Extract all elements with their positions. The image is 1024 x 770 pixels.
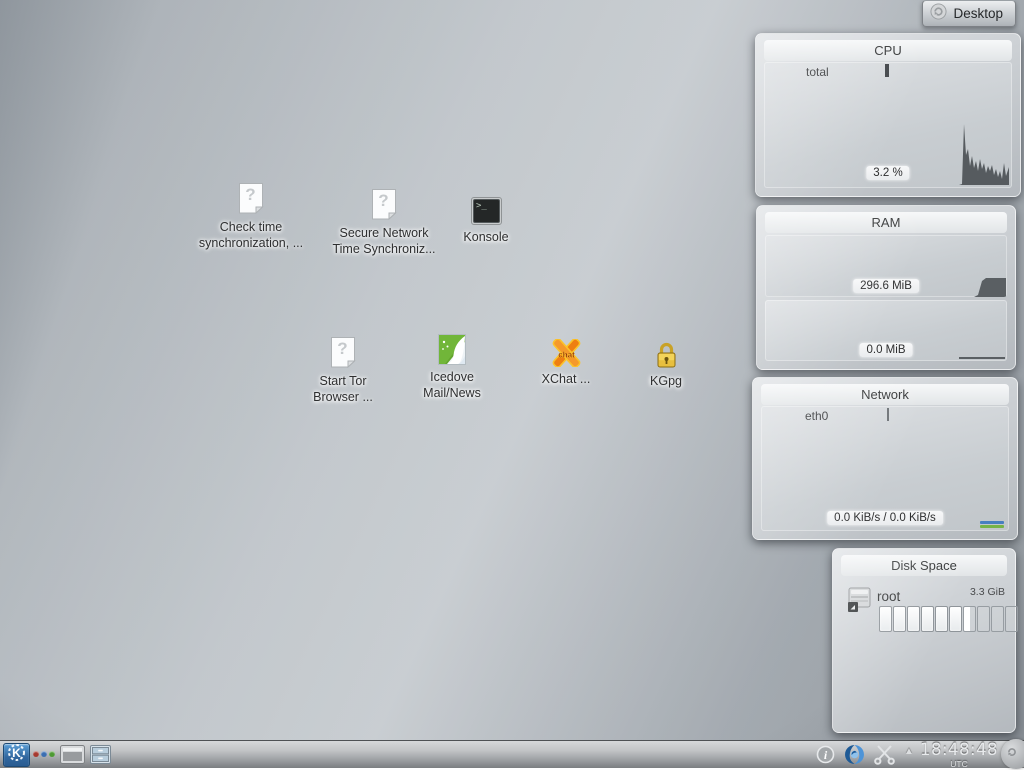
disk-bar-segment — [1005, 606, 1018, 632]
swap-history-graph — [959, 357, 1005, 359]
digital-clock[interactable]: 18:48:48 UTC — [920, 741, 998, 769]
disk-bar-segment — [991, 606, 1004, 632]
disk-bar-segment — [963, 606, 976, 632]
desktop-icon-check-time[interactable]: ? Check time synchronization, ... — [185, 182, 317, 252]
clock-timezone: UTC — [950, 758, 968, 769]
disk-widget-title: Disk Space — [841, 555, 1007, 576]
hard-disk-icon — [847, 585, 872, 617]
kde-menu-button[interactable]: K — [3, 743, 30, 767]
network-plot-area: eth0 0.0 KiB/s / 0.0 KiB/s — [761, 406, 1009, 531]
network-meter-bar — [887, 408, 889, 421]
disk-bar-segment — [949, 606, 962, 632]
terminal-icon: >_ — [470, 197, 502, 225]
cpu-row-label: total — [806, 65, 829, 79]
svg-text:chat: chat — [558, 351, 575, 360]
ram-used-plot: 296.6 MiB — [765, 235, 1007, 297]
blue-swirl-icon — [844, 744, 865, 770]
upload-legend-line — [980, 525, 1004, 528]
green-dot-icon — [49, 751, 55, 757]
unknown-document-icon: ? — [371, 188, 397, 221]
disk-bar-segment — [907, 606, 920, 632]
desktop-icon-label: KGpg — [650, 374, 682, 388]
disk-bar-segment — [935, 606, 948, 632]
show-desktop-icon — [60, 745, 85, 769]
activities-button[interactable] — [32, 750, 56, 758]
ram-monitor-widget[interactable]: RAM 296.6 MiB 0.0 MiB — [756, 205, 1016, 370]
unknown-document-icon: ? — [330, 336, 356, 369]
disk-size-label: 3.3 GiB — [969, 586, 1005, 598]
cashew-icon — [1004, 744, 1020, 765]
info-icon: i — [816, 745, 835, 769]
ram-swap-label: 0.0 MiB — [859, 343, 913, 357]
desktop-icon-label: Icedove Mail/News — [423, 370, 481, 401]
ram-swap-plot: 0.0 MiB — [765, 300, 1007, 361]
xchat-x-icon: chat — [551, 339, 582, 367]
ram-used-label: 296.6 MiB — [853, 279, 919, 293]
disk-usage-bar — [879, 606, 1018, 632]
network-row-label: eth0 — [805, 409, 829, 423]
desktop-icon-label: XChat ... — [541, 372, 591, 386]
timesync-tray-button[interactable] — [844, 744, 865, 770]
svg-text:>_: >_ — [476, 201, 487, 211]
disk-bar-segment — [977, 606, 990, 632]
kde-menu-icon: K — [7, 743, 26, 767]
cashew-icon — [930, 2, 947, 25]
network-monitor-widget[interactable]: Network eth0 0.0 KiB/s / 0.0 KiB/s — [752, 377, 1018, 540]
tray-expand-button[interactable]: ▲ — [904, 746, 914, 757]
cpu-history-graph — [959, 124, 1009, 185]
unknown-document-icon: ? — [238, 182, 264, 215]
disk-mount-label: root — [877, 589, 901, 604]
desktop-icon-icedove[interactable]: Icedove Mail/News — [386, 334, 518, 402]
disk-space-widget[interactable]: Disk Space root 3.3 GiB — [832, 548, 1018, 733]
red-dot-icon — [33, 751, 39, 757]
desktop-icon-label: Check time synchronization, ... — [198, 220, 304, 251]
file-cabinet-icon — [90, 745, 111, 769]
cpu-widget-title: CPU — [764, 40, 1012, 61]
cpu-monitor-widget[interactable]: CPU total 3.2 % — [755, 33, 1021, 197]
ram-history-graph — [974, 278, 1006, 297]
file-cabinet-button[interactable] — [90, 745, 111, 769]
panel-toolbox-button[interactable] — [1001, 739, 1024, 769]
taskbar: K i ▲ 18:48:48 UTC — [0, 739, 1024, 770]
show-desktop-button[interactable] — [60, 745, 85, 769]
up-arrow-icon: ▲ — [904, 746, 914, 757]
blue-dot-icon — [41, 751, 47, 757]
desktop: Desktop ? Check time synchronization, ..… — [0, 0, 1024, 770]
network-value-label: 0.0 KiB/s / 0.0 KiB/s — [827, 511, 943, 525]
padlock-icon — [655, 340, 678, 369]
desktop-icon-kgpg[interactable]: KGpg — [600, 340, 732, 389]
svg-text:?: ? — [378, 191, 388, 210]
svg-text:?: ? — [245, 185, 255, 204]
cpu-meter-bar — [885, 64, 889, 77]
notifications-tray-button[interactable]: i — [816, 745, 835, 769]
network-widget-title: Network — [761, 384, 1009, 405]
disk-bar-segment — [921, 606, 934, 632]
desktop-icon-label: Konsole — [463, 230, 509, 244]
network-legend — [980, 521, 1004, 528]
clipboard-tray-button[interactable] — [873, 745, 896, 770]
desktop-icon-konsole[interactable]: >_ Konsole — [420, 197, 552, 245]
desktop-toolbox-button[interactable]: Desktop — [922, 0, 1016, 27]
ram-widget-title: RAM — [765, 212, 1007, 233]
disk-bar-segment — [893, 606, 906, 632]
svg-text:?: ? — [337, 339, 347, 358]
cpu-value-label: 3.2 % — [866, 166, 910, 180]
disk-bar-segment — [879, 606, 892, 632]
desktop-toolbox-label: Desktop — [953, 6, 1003, 21]
cpu-plot-area: total 3.2 % — [764, 62, 1012, 188]
download-legend-line — [980, 521, 1004, 524]
svg-text:K: K — [12, 746, 21, 760]
clock-time: 18:48:48 — [919, 740, 999, 759]
scissors-icon — [873, 745, 896, 770]
desktop-icon-label: Start Tor Browser ... — [313, 374, 373, 405]
icedove-bird-icon — [438, 334, 466, 365]
